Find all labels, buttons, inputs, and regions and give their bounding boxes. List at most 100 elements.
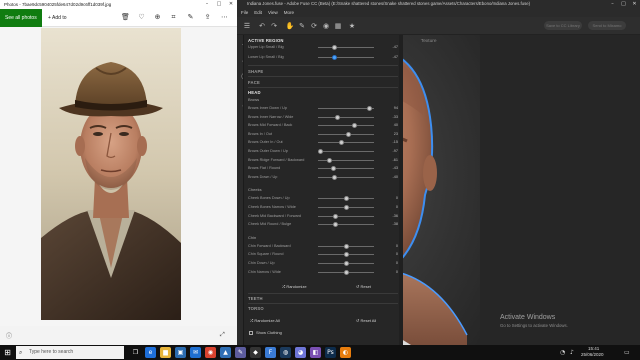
discord-icon[interactable]: ◕ — [295, 347, 306, 358]
slider-row[interactable]: Brows In / Out 23 — [248, 131, 400, 138]
slider-knob[interactable] — [332, 45, 338, 50]
slider-knob[interactable] — [343, 269, 349, 275]
undo-icon[interactable]: ↶ — [257, 21, 267, 31]
notifications-icon[interactable]: ▭ — [624, 349, 630, 356]
slider-value[interactable]: 0 — [396, 204, 398, 211]
maximize-button[interactable]: □ — [618, 0, 629, 8]
slider-row[interactable]: Chin Narrow / Wide 0 — [248, 269, 400, 276]
explorer-icon[interactable]: ▆ — [160, 347, 171, 358]
slider-value[interactable]: -36 — [393, 213, 399, 220]
menu-view[interactable]: View — [268, 8, 278, 17]
slider-row[interactable]: Brows Mid Forward / Back 40 — [248, 122, 400, 129]
slider-row[interactable]: Brows Ridge Forward / Backward -61 — [248, 157, 400, 164]
slider-value[interactable]: 0 — [396, 260, 398, 267]
slider-value[interactable]: 23 — [394, 131, 398, 138]
taskbar-search-input[interactable]: Type here to search — [16, 346, 124, 359]
slider-knob[interactable] — [326, 157, 332, 163]
section-face[interactable]: FACE — [248, 80, 260, 85]
group-title[interactable]: Chin — [248, 235, 256, 240]
edge-icon[interactable]: e — [145, 347, 156, 358]
group-title[interactable]: Brows — [248, 97, 259, 102]
more-icon[interactable]: ⋯ — [220, 13, 229, 22]
slider-row[interactable]: Brows Inner Narrow / Wide -33 — [248, 114, 400, 121]
panel-scrollbar[interactable] — [399, 35, 403, 345]
vs-icon[interactable]: ◧ — [310, 347, 321, 358]
section-shape[interactable]: SHAPE — [248, 69, 263, 74]
see-all-photos-button[interactable]: See all photos — [0, 9, 42, 27]
slider-knob[interactable] — [318, 149, 324, 154]
slider-value[interactable]: 0 — [396, 195, 398, 202]
zoom-icon[interactable]: ⊕ — [153, 13, 162, 22]
slider-row[interactable]: Brows Down / Up -40 — [248, 174, 400, 181]
network-icon[interactable]: ◔ — [560, 349, 565, 356]
hand-icon[interactable]: ✋ — [285, 21, 295, 31]
slider-knob[interactable] — [335, 114, 341, 120]
slider-value[interactable]: 0 — [396, 243, 398, 250]
hamburger-icon[interactable]: ☰ — [242, 21, 252, 31]
photos-icon[interactable]: ▲ — [220, 347, 231, 358]
slider-track[interactable] — [318, 176, 374, 178]
show-clothing-checkbox[interactable] — [249, 331, 253, 335]
rotate-icon[interactable]: ⟳ — [309, 21, 319, 31]
randomize-button[interactable]: ⤮ Randomize — [282, 284, 307, 289]
slider-value[interactable]: -15 — [393, 139, 399, 146]
slider-track[interactable] — [318, 125, 374, 127]
slider-track[interactable] — [318, 168, 374, 170]
slider-row[interactable]: Chin Square / Round 0 — [248, 251, 400, 258]
group-title[interactable]: Cheeks — [248, 187, 262, 192]
maximize-button[interactable]: □ — [213, 0, 225, 9]
slider-value[interactable]: 0 — [396, 269, 398, 276]
section-teeth[interactable]: TEETH — [248, 296, 263, 301]
slider-knob[interactable] — [346, 131, 352, 137]
section-torso[interactable]: TORSO — [248, 306, 264, 311]
info-icon[interactable]: ⓘ — [6, 331, 12, 340]
paint-icon[interactable]: ✎ — [235, 347, 246, 358]
edit-icon[interactable]: ✎ — [186, 13, 195, 22]
redo-icon[interactable]: ↷ — [269, 21, 279, 31]
slider-knob[interactable] — [343, 196, 349, 202]
slider-row[interactable]: Cheek Mid Backward / Forward -36 — [248, 213, 400, 220]
slider-track[interactable] — [318, 108, 374, 109]
slider-track[interactable] — [318, 47, 374, 48]
section-head[interactable]: HEAD — [248, 90, 261, 95]
slider-row[interactable]: Lower Lip Small / Big -47 — [248, 54, 400, 61]
slider-knob[interactable] — [343, 243, 349, 249]
task-view-icon[interactable]: ❐ — [130, 347, 141, 358]
slider-value[interactable]: -43 — [393, 165, 399, 172]
close-button[interactable]: ✕ — [629, 0, 640, 8]
slider-row[interactable]: Cheek Bones Down / Up 0 — [248, 195, 400, 202]
slider-track[interactable] — [318, 224, 374, 226]
share-icon[interactable]: ⇪ — [203, 13, 212, 22]
slider-row[interactable]: Brows Inner Down / Up 94 — [248, 105, 400, 112]
reset-button[interactable]: ↺ Reset — [356, 284, 371, 289]
minimize-button[interactable]: – — [607, 0, 618, 8]
slider-value[interactable]: -47 — [393, 54, 399, 61]
slider-knob[interactable] — [343, 261, 349, 266]
slider-row[interactable]: Brows Outer Down / Up -97 — [248, 148, 400, 155]
slider-value[interactable]: 94 — [394, 105, 398, 112]
slider-row[interactable]: Cheek Bones Narrow / Wide 0 — [248, 204, 400, 211]
brush-icon[interactable]: ✎ — [297, 21, 307, 31]
steam-icon[interactable]: ◍ — [280, 347, 291, 358]
slider-row[interactable]: Brows Flat / Round -43 — [248, 165, 400, 172]
slider-knob[interactable] — [343, 205, 349, 210]
slider-knob[interactable] — [332, 222, 338, 228]
slider-knob[interactable] — [332, 55, 338, 60]
send-to-mixamo-button[interactable]: Send to Mixamo — [588, 21, 626, 30]
slider-track[interactable] — [318, 151, 374, 152]
slider-value[interactable]: -33 — [393, 114, 399, 121]
slider-track[interactable] — [318, 116, 374, 118]
fit-icon[interactable]: ⤢ — [220, 331, 225, 339]
store-icon[interactable]: ▣ — [175, 347, 186, 358]
windows-start-icon[interactable]: ⊞ — [3, 348, 12, 357]
photoshop-icon[interactable]: Ps — [325, 347, 336, 358]
unity-icon[interactable]: ◆ — [250, 347, 261, 358]
star-icon[interactable]: ★ — [347, 21, 357, 31]
slider-track[interactable] — [318, 215, 374, 217]
slider-row[interactable]: Cheek Mid Round / Bulge -38 — [248, 221, 400, 228]
slider-knob[interactable] — [343, 252, 349, 258]
volume-icon[interactable]: ♪ — [570, 349, 574, 356]
slider-knob[interactable] — [331, 166, 337, 172]
camera-icon[interactable]: ◉ — [321, 21, 331, 31]
slider-row[interactable]: Brows Outer In / Out -15 — [248, 139, 400, 146]
